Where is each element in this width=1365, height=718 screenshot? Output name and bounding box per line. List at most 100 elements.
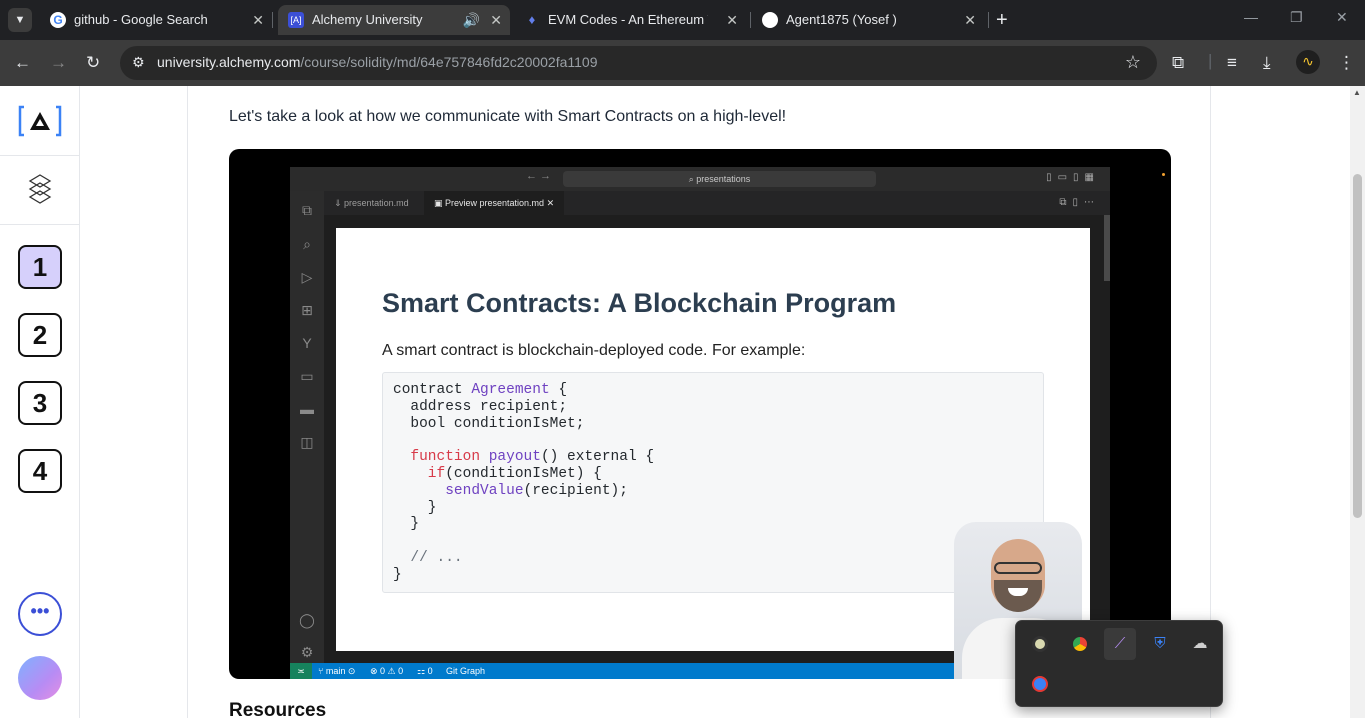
tab-github-search[interactable]: G github - Google Search ✕ xyxy=(40,5,272,35)
lesson-button-4[interactable]: 4 xyxy=(18,449,62,493)
close-tab-icon[interactable]: ✕ xyxy=(726,5,738,35)
code-token: sendValue xyxy=(393,482,524,499)
code-block: contract Agreement { address recipient; … xyxy=(382,372,1044,593)
lesson-video-player[interactable]: ← → ⌕ presentations ▯▭▯▦ ⧉ ⌕ ▷ ⊞ Y ▭ ▬ ◫… xyxy=(229,149,1171,679)
tab-search-button[interactable]: ▼ xyxy=(8,8,32,32)
tab-github-profile[interactable]: Agent1875 (Yosef ) ✕ xyxy=(752,5,984,35)
minimize-icon[interactable]: — xyxy=(1244,9,1258,25)
more-options-button[interactable]: ••• xyxy=(18,592,62,636)
cloud-offline-icon[interactable]: ☁ xyxy=(1184,628,1216,660)
account-icon: ◯ xyxy=(299,612,315,628)
problems-status: ⊗ 0 ⚠ 0 xyxy=(370,666,404,676)
chrome-icon[interactable] xyxy=(1064,628,1096,660)
reload-icon[interactable]: ↻ xyxy=(86,52,100,74)
code-token: () external { xyxy=(540,449,655,466)
extensions-icon[interactable]: ⧉ xyxy=(1172,52,1184,74)
ports-count: 0 xyxy=(427,666,433,676)
code-token: { xyxy=(549,382,568,398)
docker-icon: ▬ xyxy=(300,401,314,417)
nav-divider xyxy=(0,224,79,225)
alchemy-logo[interactable] xyxy=(18,104,62,138)
code-token: if xyxy=(393,465,446,482)
vscode-titlebar: ← → ⌕ presentations ▯▭▯▦ xyxy=(290,167,1165,191)
explorer-icon: ⧉ xyxy=(302,202,312,218)
close-tab-icon[interactable]: ✕ xyxy=(252,5,264,35)
code-comment: // ... xyxy=(393,549,463,566)
vscode-nav-arrows: ← → xyxy=(526,170,552,182)
tab-title: github - Google Search xyxy=(74,12,208,27)
recorder-icon[interactable] xyxy=(1024,668,1056,700)
tab-alchemy-university[interactable]: [A] Alchemy University 🔊 ✕ xyxy=(278,5,510,35)
security-warning-icon[interactable]: ⛨ xyxy=(1144,628,1176,660)
resources-heading: Resources xyxy=(229,700,327,718)
downloads-icon[interactable]: ⤓ xyxy=(1263,52,1271,74)
tab-evm-codes[interactable]: ♦ EVM Codes - An Ethereum Virtu ✕ xyxy=(514,5,746,35)
new-tab-button[interactable]: + xyxy=(996,8,1008,32)
code-token: function xyxy=(393,449,489,466)
git-graph-icon: Y xyxy=(302,335,312,351)
code-token: (conditionIsMet) { xyxy=(445,465,602,482)
close-window-icon[interactable]: ✕ xyxy=(1336,9,1348,26)
lesson-button-3[interactable]: 3 xyxy=(18,381,62,425)
toolbar-divider: | xyxy=(1208,51,1213,70)
url-path: /course/solidity/md/64e757846fd2c20002fa… xyxy=(300,54,598,70)
vscode-search-text: presentations xyxy=(696,174,751,184)
page-scrollbar[interactable]: ▲ xyxy=(1350,86,1365,718)
user-avatar[interactable] xyxy=(18,656,62,700)
code-line: address recipient; xyxy=(393,398,568,415)
forward-icon[interactable]: → xyxy=(50,52,67,74)
alchemy-icon: [A] xyxy=(288,12,304,28)
close-tab-icon[interactable]: ✕ xyxy=(964,5,976,35)
slide-subtitle: A smart contract is blockchain-deployed … xyxy=(382,342,806,359)
code-token: contract xyxy=(393,382,472,398)
code-token: Agreement xyxy=(471,382,550,398)
feather-app-icon[interactable]: ⟋ xyxy=(1104,628,1136,660)
close-tab-icon[interactable]: ✕ xyxy=(490,5,502,35)
search-icon: ⌕ xyxy=(303,236,311,252)
vscode-layout-icons: ▯▭▯▦ xyxy=(1046,172,1100,183)
url-text[interactable]: university.alchemy.com/course/solidity/m… xyxy=(157,54,598,70)
tab-separator xyxy=(750,12,751,28)
profile-avatar-icon[interactable]: ∿ xyxy=(1296,50,1320,74)
vscode-tab-preview: ▣ Preview presentation.md ✕ xyxy=(424,191,564,215)
vscode-tab-bar: ⇓ presentation.md ▣ Preview presentation… xyxy=(324,191,1110,215)
evm-icon: ♦ xyxy=(528,12,536,27)
vscode-activity-bar: ⧉ ⌕ ▷ ⊞ Y ▭ ▬ ◫ ◯ ⚙ xyxy=(290,191,324,663)
intro-paragraph: Let's take a look at how we communicate … xyxy=(229,108,787,125)
tab-separator xyxy=(272,12,273,28)
speaker-icon[interactable]: 🔊 xyxy=(463,5,480,35)
google-icon: G xyxy=(50,12,66,28)
scroll-up-arrow-icon[interactable]: ▲ xyxy=(1353,88,1361,97)
browser-tabstrip: ▼ G github - Google Search ✕ [A] Alchemy… xyxy=(0,0,1365,40)
extensions-icon: ⊞ xyxy=(301,302,313,318)
media-control-icon[interactable]: ≡ xyxy=(1227,52,1237,74)
url-domain: university.alchemy.com xyxy=(157,54,301,70)
slide-title: Smart Contracts: A Blockchain Program xyxy=(382,288,897,318)
presenter-glasses xyxy=(994,562,1042,574)
webcam-app-icon[interactable] xyxy=(1024,628,1056,660)
github-icon xyxy=(762,12,778,28)
presenter-beard xyxy=(994,580,1042,612)
course-hexagon-icon[interactable] xyxy=(28,173,52,207)
code-line: } xyxy=(393,566,402,583)
live-share-icon: ◫ xyxy=(300,434,314,450)
lesson-button-2[interactable]: 2 xyxy=(18,313,62,357)
back-icon[interactable]: ← xyxy=(14,52,31,74)
restore-icon[interactable]: ❐ xyxy=(1290,9,1303,26)
address-bar[interactable]: ⚙ university.alchemy.com/course/solidity… xyxy=(120,46,1157,80)
site-info-icon[interactable]: ⚙ xyxy=(132,54,145,71)
manage-gear-icon: ⚙ xyxy=(300,644,314,660)
lesson-button-1[interactable]: 1 xyxy=(18,245,62,289)
remote-indicator-icon: ≍ xyxy=(290,663,312,679)
vscode-command-search: ⌕ presentations xyxy=(563,171,876,187)
tab-title: EVM Codes - An Ethereum Virtu xyxy=(548,12,708,27)
vscode-tab-markdown: ⇓ presentation.md xyxy=(334,198,409,208)
tab-title: Agent1875 (Yosef ) xyxy=(786,12,897,27)
vscode-tab-actions: ⧉▯⋯ xyxy=(1059,197,1100,208)
code-token: (recipient); xyxy=(523,482,628,499)
menu-kebab-icon[interactable]: ⋮ xyxy=(1338,52,1355,74)
run-debug-icon: ▷ xyxy=(301,269,313,285)
vscode-scrollbar xyxy=(1104,215,1110,281)
bookmark-star-icon[interactable]: ☆ xyxy=(1125,52,1141,73)
scrollbar-thumb[interactable] xyxy=(1353,174,1362,518)
